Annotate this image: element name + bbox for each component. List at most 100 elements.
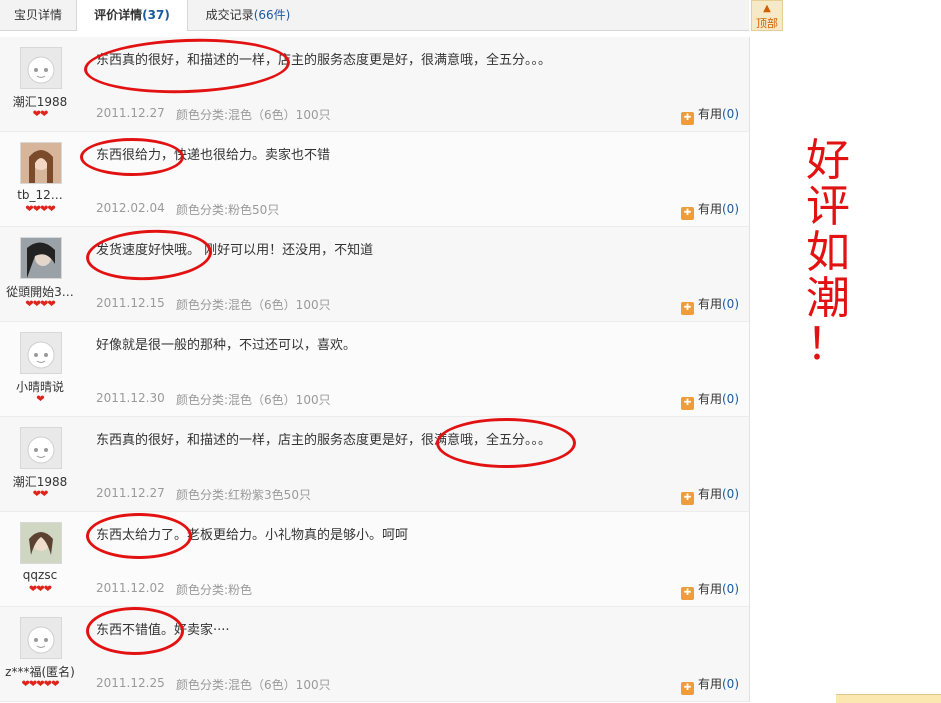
useful-button[interactable]: ✚ 有用(0)	[680, 200, 739, 220]
review-date: 2011.12.25	[96, 676, 165, 690]
review-date: 2012.02.04	[96, 201, 165, 215]
useful-label: 有用	[697, 582, 722, 596]
review-date: 2011.12.30	[96, 391, 165, 405]
avatar[interactable]	[20, 47, 62, 89]
review-row: 從頭開始3… ❤❤❤❤ 发货速度好快哦。 刚好可以用！还没用，不知道 2011.…	[0, 227, 749, 322]
thumb-icon: ✚	[680, 397, 694, 410]
username[interactable]: 潮汇1988	[0, 93, 80, 110]
review-comment: 东西不错值。好卖家····	[96, 623, 230, 638]
annotation-text: 好 评 如 潮 ！	[800, 138, 856, 368]
avatar[interactable]	[20, 617, 62, 659]
useful-button[interactable]: ✚ 有用(0)	[680, 105, 739, 125]
buyer-rank-hearts: ❤❤	[32, 109, 49, 120]
product-spec: 颜色分类:混色（6色）100只	[176, 298, 331, 312]
product-spec: 颜色分类:混色（6色）100只	[176, 108, 331, 122]
tab-label: 成交记录	[205, 8, 254, 22]
avatar[interactable]	[20, 522, 62, 564]
username[interactable]: qqzsc	[0, 568, 80, 582]
avatar[interactable]	[20, 142, 62, 184]
useful-label: 有用	[697, 107, 722, 121]
username[interactable]: 潮汇1988	[0, 473, 80, 490]
arrow-up-icon: ▲	[763, 3, 771, 14]
avatar[interactable]	[20, 427, 62, 469]
annotation-char: 评	[806, 181, 850, 232]
tab-label: 评价详情	[94, 8, 143, 22]
product-spec: 颜色分类:粉色	[176, 583, 253, 597]
tab-count: (66件)	[253, 8, 291, 22]
useful-button[interactable]: ✚ 有用(0)	[680, 675, 739, 695]
useful-button[interactable]: ✚ 有用(0)	[680, 580, 739, 600]
avatar[interactable]	[20, 237, 62, 279]
review-row: z***福(匿名) ❤❤❤❤❤ 东西不错值。好卖家···· 2011.12.25…	[0, 607, 749, 702]
useful-count: (0)	[722, 107, 739, 121]
useful-button[interactable]: ✚ 有用(0)	[680, 295, 739, 315]
default-avatar-icon	[27, 56, 55, 84]
buyer-rank-hearts: ❤	[36, 394, 44, 405]
useful-count: (0)	[722, 677, 739, 691]
review-date: 2011.12.15	[96, 296, 165, 310]
review-comment: 发货速度好快哦。 刚好可以用！还没用，不知道	[96, 243, 374, 258]
tab-label: 宝贝详情	[13, 8, 62, 22]
useful-count: (0)	[722, 487, 739, 501]
username[interactable]: 小晴晴说	[0, 378, 80, 395]
useful-label: 有用	[697, 677, 722, 691]
user-photo-icon	[21, 238, 61, 278]
review-date: 2011.12.27	[96, 106, 165, 120]
review-row: 小晴晴说 ❤ 好像就是很一般的那种，不过还可以，喜欢。 2011.12.30 颜…	[0, 322, 749, 417]
review-date: 2011.12.27	[96, 486, 165, 500]
tab-count: (37)	[142, 8, 170, 22]
thumb-icon: ✚	[680, 302, 694, 315]
buyer-rank-hearts: ❤❤❤❤	[25, 299, 56, 310]
username[interactable]: tb_12…	[0, 188, 80, 202]
back-to-top-label: 顶部	[756, 17, 778, 30]
product-spec: 颜色分类:混色（6色）100只	[176, 393, 331, 407]
review-row: qqzsc ❤❤❤ 东西太给力了。老板更给力。小礼物真的是够小。呵呵 2011.…	[0, 512, 749, 607]
review-row: 潮汇1988 ❤❤ 东西真的很好，和描述的一样，店主的服务态度更是好，很满意哦，…	[0, 37, 749, 132]
annotation-char: 潮	[806, 273, 850, 324]
useful-button[interactable]: ✚ 有用(0)	[680, 390, 739, 410]
tab-reviews[interactable]: 评价详情(37)	[76, 0, 188, 31]
useful-label: 有用	[697, 297, 722, 311]
review-row: tb_12… ❤❤❤❤ 东西很给力，快递也很给力。卖家也不错 2012.02.0…	[0, 132, 749, 227]
buyer-rank-hearts: ❤❤❤	[28, 584, 52, 595]
username[interactable]: z***福(匿名)	[0, 663, 80, 680]
annotation-char: 如	[806, 227, 850, 278]
tab-bar: 宝贝详情 评价详情(37) 成交记录(66件)	[0, 0, 749, 31]
useful-count: (0)	[722, 202, 739, 216]
username[interactable]: 從頭開始3…	[0, 283, 80, 300]
useful-count: (0)	[722, 392, 739, 406]
review-comment: 东西很给力，快递也很给力。卖家也不错	[96, 148, 331, 163]
user-photo-icon	[21, 143, 61, 183]
review-comment: 东西真的很好，和描述的一样，店主的服务态度更是好，很满意哦，全五分。。。	[96, 433, 552, 448]
useful-label: 有用	[697, 202, 722, 216]
product-spec: 颜色分类:粉色50只	[176, 203, 280, 217]
default-avatar-icon	[27, 436, 55, 464]
useful-count: (0)	[722, 297, 739, 311]
thumb-icon: ✚	[680, 682, 694, 695]
buyer-rank-hearts: ❤❤	[32, 489, 49, 500]
annotation-char: ！	[806, 319, 850, 370]
annotation-char: 好	[806, 135, 850, 186]
product-spec: 颜色分类:红粉紫3色50只	[176, 488, 311, 502]
avatar[interactable]	[20, 332, 62, 374]
useful-count: (0)	[722, 582, 739, 596]
review-comment: 好像就是很一般的那种，不过还可以，喜欢。	[96, 338, 357, 353]
back-to-top-button[interactable]: ▲ 顶部	[751, 0, 783, 31]
review-comment: 东西真的很好，和描述的一样，店主的服务态度更是好，很满意哦，全五分。。。	[96, 53, 552, 68]
tab-transactions[interactable]: 成交记录(66件)	[188, 0, 308, 30]
useful-button[interactable]: ✚ 有用(0)	[680, 485, 739, 505]
useful-label: 有用	[697, 487, 722, 501]
thumb-icon: ✚	[680, 492, 694, 505]
buyer-rank-hearts: ❤❤❤❤❤	[21, 679, 60, 690]
product-spec: 颜色分类:混色（6色）100只	[176, 678, 331, 692]
thumb-icon: ✚	[680, 207, 694, 220]
review-list: 潮汇1988 ❤❤ 东西真的很好，和描述的一样，店主的服务态度更是好，很满意哦，…	[0, 37, 750, 702]
thumb-icon: ✚	[680, 587, 694, 600]
thumb-icon: ✚	[680, 112, 694, 125]
default-avatar-icon	[27, 626, 55, 654]
tab-item-details[interactable]: 宝贝详情	[0, 0, 76, 30]
review-date: 2011.12.02	[96, 581, 165, 595]
useful-label: 有用	[697, 392, 722, 406]
buyer-rank-hearts: ❤❤❤❤	[25, 204, 56, 215]
default-avatar-icon	[27, 341, 55, 369]
